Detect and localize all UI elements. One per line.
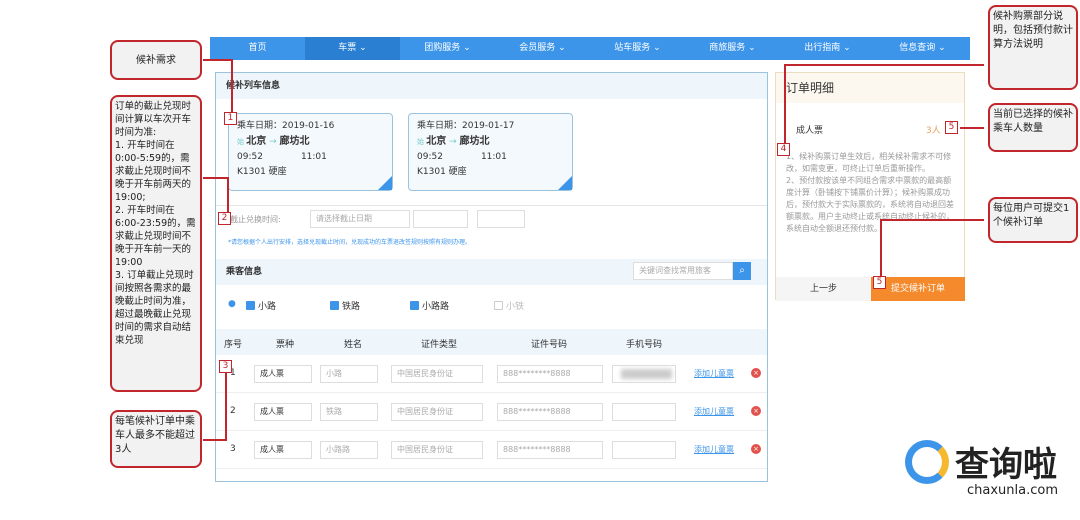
- annotation-count: 当前已选择的候补乘车人数量: [988, 103, 1078, 152]
- deadline-date-input[interactable]: 请选择截止日期: [310, 210, 410, 228]
- from-station: 北京: [426, 136, 447, 147]
- column-header: 证件号码: [531, 340, 568, 350]
- nav-guide[interactable]: 出行指南 ⌄: [780, 37, 875, 60]
- train-section-title: 候补列车信息: [216, 73, 767, 99]
- id-type-select[interactable]: 中国居民身份证: [391, 403, 483, 421]
- phone-input[interactable]: [612, 403, 676, 421]
- main-panel: 候补列车信息 乘车日期：2019-01-16 始 北京 → 廊坊北 09:52 1…: [215, 72, 768, 482]
- add-child-ticket-link[interactable]: 添加儿童票: [694, 368, 734, 379]
- annotation-notes: 候补购票部分说明，包括预付款计算方法说明: [988, 5, 1078, 90]
- column-header: 序号: [224, 340, 243, 350]
- annotation-max-passengers: 每笔候补订单中乘车人最多不能超过3人: [110, 410, 202, 468]
- top-nav: 首页 车票 ⌄ 团购服务 ⌄ 会员服务 ⌄ 站车服务 ⌄ 商旅服务 ⌄ 出行指南…: [210, 37, 970, 60]
- nav-member[interactable]: 会员服务 ⌄: [495, 37, 590, 60]
- selected-check-icon: [558, 176, 572, 190]
- remove-icon[interactable]: ×: [751, 406, 761, 416]
- passenger-checkbox[interactable]: 小铁: [494, 299, 524, 312]
- remove-icon[interactable]: ×: [751, 444, 761, 454]
- name-input[interactable]: 小路: [320, 365, 378, 383]
- annotation-demand: 候补需求: [110, 40, 202, 80]
- depart-time: 09:52: [417, 152, 443, 162]
- add-child-ticket-link[interactable]: 添加儿童票: [694, 406, 734, 417]
- name-input[interactable]: 小路路: [320, 441, 378, 459]
- ticket-type-select[interactable]: 成人票: [254, 403, 312, 421]
- id-type-select[interactable]: 中国居民身份证: [391, 365, 483, 383]
- passenger-search-input[interactable]: 关键词查找常用旅客: [633, 262, 733, 280]
- watermark-logo: 查询啦 chaxunla.com: [905, 435, 1075, 505]
- deadline-label: 截止兑换时间:: [230, 215, 281, 224]
- column-header: 手机号码: [626, 340, 663, 350]
- phone-input[interactable]: [612, 365, 676, 383]
- column-header: 证件类型: [421, 340, 458, 350]
- passenger-checkbox[interactable]: 小路路: [410, 299, 449, 312]
- ticket-type-select[interactable]: 成人票: [254, 365, 312, 383]
- passenger-count: 3人: [926, 126, 941, 136]
- tag-4: 4: [777, 143, 790, 156]
- tag-2: 2: [218, 212, 231, 225]
- passenger-checkbox[interactable]: 小路: [246, 299, 276, 312]
- id-number-input[interactable]: 888********8888: [497, 403, 603, 421]
- prev-button[interactable]: 上一步: [776, 277, 871, 301]
- tag-3: 3: [219, 360, 232, 373]
- id-number-input[interactable]: 888********8888: [497, 441, 603, 459]
- order-notes: 1、候补购票订单生效后，相关候补需求不可修改，如需变更，可终止订单后重新操作。 …: [786, 152, 954, 233]
- row-number: 2: [230, 406, 236, 416]
- from-station: 北京: [246, 136, 267, 147]
- phone-input[interactable]: [612, 441, 676, 459]
- add-child-ticket-link[interactable]: 添加儿童票: [694, 444, 734, 455]
- passenger-name: 小铁: [506, 302, 525, 312]
- order-title: 订单明细: [776, 73, 964, 103]
- train-seat: K1301 硬座: [237, 167, 287, 177]
- table-row: 2 成人票 铁路 中国居民身份证 888********8888 添加儿童票 ×: [216, 393, 767, 431]
- name-input[interactable]: 铁路: [320, 403, 378, 421]
- nav-tickets[interactable]: 车票 ⌄: [305, 37, 400, 60]
- nav-home[interactable]: 首页: [210, 37, 305, 60]
- nav-query[interactable]: 信息查询 ⌄: [875, 37, 970, 60]
- row-number: 3: [230, 444, 236, 454]
- passenger-name: 小路: [258, 302, 277, 312]
- arrive-time: 11:01: [480, 152, 507, 162]
- tag-1: 1: [224, 112, 237, 125]
- checkbox-icon: [330, 301, 339, 310]
- train-date: 乘车日期：2019-01-16: [237, 121, 335, 131]
- checkbox-icon: [410, 301, 419, 310]
- train-date: 乘车日期：2019-01-17: [417, 121, 515, 131]
- tag-5-count: 5: [945, 121, 958, 134]
- annotation-submit: 每位用户可提交1个候补订单: [988, 197, 1078, 243]
- selected-check-icon: [378, 176, 392, 190]
- checkbox-icon: [494, 301, 503, 310]
- column-header: 姓名: [344, 340, 363, 350]
- ticket-type-select[interactable]: 成人票: [254, 441, 312, 459]
- train-card[interactable]: 乘车日期：2019-01-16 始 北京 → 廊坊北 09:52 11:01 K1…: [228, 113, 393, 191]
- user-icon: ●: [228, 299, 236, 309]
- hour-select[interactable]: [413, 210, 468, 228]
- depart-time: 09:52: [237, 152, 263, 162]
- table-row: 1 成人票 小路 中国居民身份证 888********8888 添加儿童票 ×: [216, 355, 767, 393]
- nav-business[interactable]: 商旅服务 ⌄: [685, 37, 780, 60]
- nav-station[interactable]: 站车服务 ⌄: [590, 37, 685, 60]
- deadline-hint: *请您根据个人出行安排，选择兑现截止时间，兑现成功的车票退改签规则按照有规则办理…: [228, 239, 472, 246]
- ticket-type: 成人票: [796, 126, 824, 136]
- search-button[interactable]: ⌕: [733, 262, 751, 280]
- id-number-input[interactable]: 888********8888: [497, 365, 603, 383]
- nav-group[interactable]: 团购服务 ⌄: [400, 37, 495, 60]
- train-card[interactable]: 乘车日期：2019-01-17 始 北京 → 廊坊北 09:52 11:01 K1…: [408, 113, 573, 191]
- id-type-select[interactable]: 中国居民身份证: [391, 441, 483, 459]
- checkbox-icon: [246, 301, 255, 310]
- arrive-time: 11:01: [300, 152, 327, 162]
- passenger-checkbox[interactable]: 铁路: [330, 299, 360, 312]
- passenger-name: 小路路: [422, 302, 450, 312]
- tag-5-submit: 5: [873, 276, 886, 289]
- to-station: 廊坊北: [279, 136, 310, 147]
- to-station: 廊坊北: [459, 136, 490, 147]
- remove-icon[interactable]: ×: [751, 368, 761, 378]
- order-panel: 订单明细 成人票 3人 1、候补购票订单生效后，相关候补需求不可修改，如需变更，…: [775, 72, 965, 301]
- train-seat: K1301 硬座: [417, 167, 467, 177]
- minute-select[interactable]: [477, 210, 525, 228]
- passenger-name: 铁路: [342, 302, 361, 312]
- annotation-deadline: 订单的截止兑现时间计算以车次开车时间为准: 1. 开车时间在0:00-5:59的…: [110, 95, 202, 392]
- table-row: 3 成人票 小路路 中国居民身份证 888********8888 添加儿童票 …: [216, 431, 767, 469]
- column-header: 票种: [276, 340, 295, 350]
